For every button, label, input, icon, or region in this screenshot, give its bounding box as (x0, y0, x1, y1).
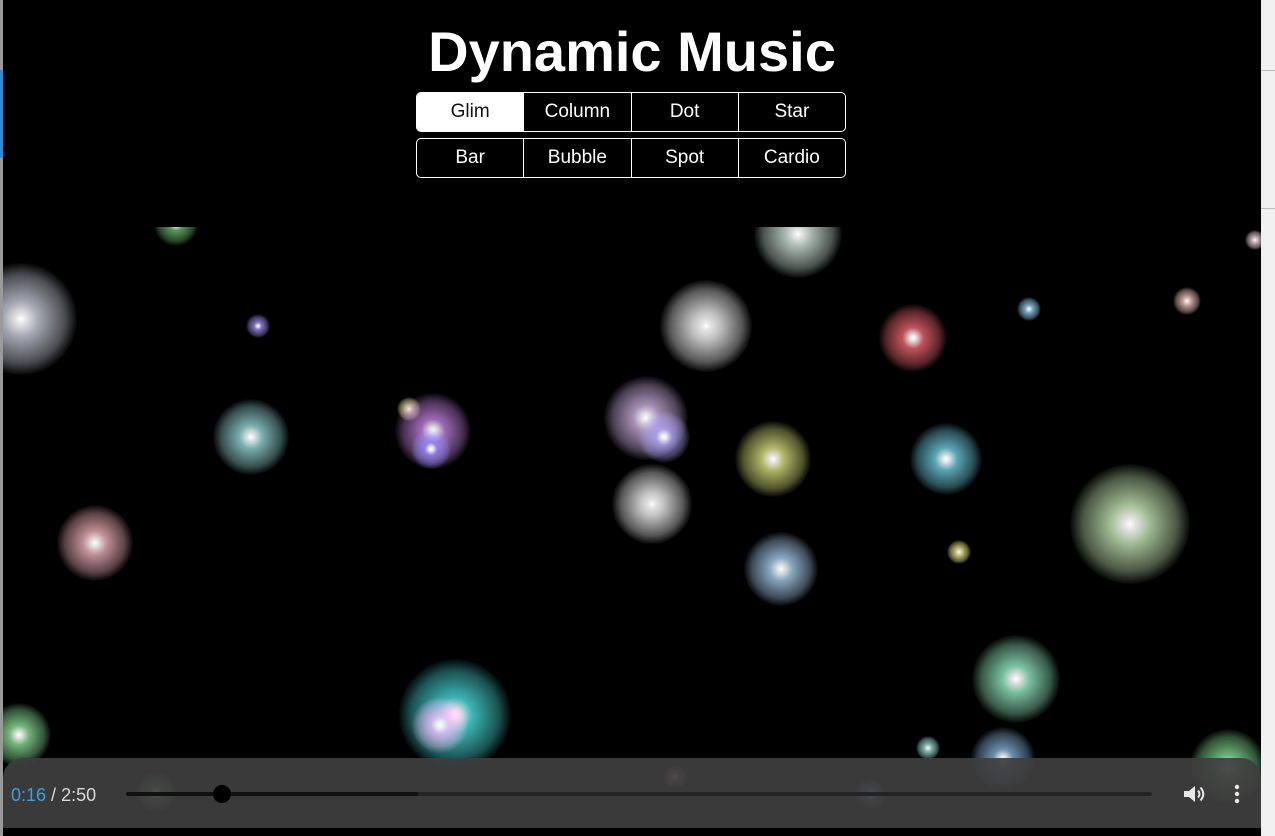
frame-divider (1261, 208, 1275, 209)
glow-orb (1245, 230, 1261, 250)
glow-orb (916, 736, 940, 760)
mode-button-glim[interactable]: Glim (417, 93, 525, 131)
visualizer-canvas (3, 227, 1261, 828)
mode-button-star[interactable]: Star (739, 93, 845, 131)
glow-orb (879, 304, 947, 372)
window-frame-right (1261, 0, 1275, 836)
glow-orb (57, 505, 133, 581)
glow-orb (246, 314, 270, 338)
seek-bar[interactable] (126, 785, 1152, 803)
glow-orb (947, 540, 971, 564)
duration: 2:50 (61, 785, 97, 805)
glow-orb (972, 635, 1060, 723)
volume-icon[interactable] (1181, 782, 1207, 806)
glow-orb (660, 280, 752, 372)
time-display: 0:16 / 2:50 (11, 785, 96, 805)
seek-thumb[interactable] (213, 785, 232, 803)
glow-orb (1173, 287, 1201, 315)
audio-player: 0:16 / 2:50 (3, 758, 1261, 828)
mode-button-bar[interactable]: Bar (417, 139, 525, 177)
page-title: Dynamic Music (428, 20, 836, 83)
mode-button-cardio[interactable]: Cardio (739, 139, 845, 177)
glow-orb (411, 429, 451, 469)
time-separator: / (46, 785, 62, 805)
glow-orb (612, 464, 692, 544)
glow-orb (744, 532, 818, 606)
glow-orb (213, 399, 289, 475)
glow-orb (3, 263, 77, 375)
glow-orb (754, 227, 842, 278)
mode-button-bubble[interactable]: Bubble (524, 139, 632, 177)
glow-orb (910, 423, 982, 495)
mode-button-group-row1: Glim Column Dot Star (416, 92, 846, 132)
app-window: Dynamic Music Glim Column Dot Star Bar B… (3, 0, 1261, 836)
glow-orb (154, 227, 198, 246)
frame-divider (1261, 70, 1275, 71)
mode-button-dot[interactable]: Dot (632, 93, 739, 131)
seek-buffered (126, 792, 419, 796)
glow-orb (638, 411, 690, 463)
current-time: 0:16 (11, 785, 47, 805)
glow-orb (1070, 464, 1190, 584)
mode-button-spot[interactable]: Spot (632, 139, 739, 177)
mode-button-group-row2: Bar Bubble Spot Cardio (416, 138, 846, 178)
mode-button-column[interactable]: Column (524, 93, 632, 131)
glow-orb (735, 421, 811, 497)
glow-orb (1017, 297, 1041, 321)
glow-orb (412, 697, 468, 753)
more-options-icon[interactable] (1229, 782, 1245, 806)
